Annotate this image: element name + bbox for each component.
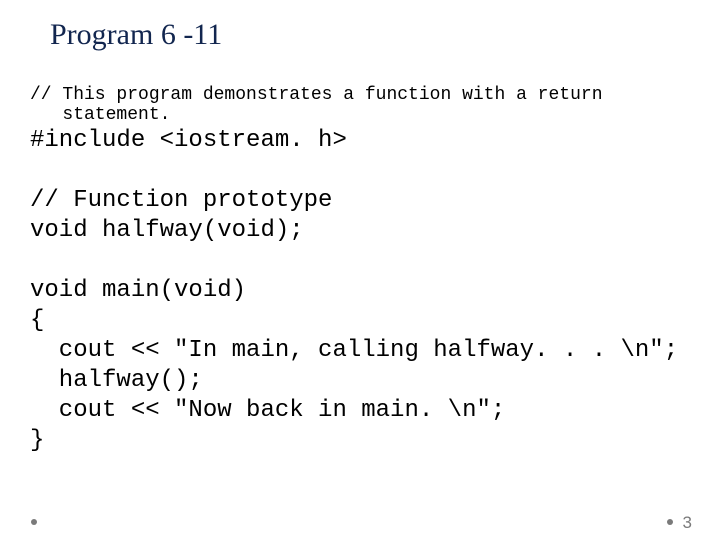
code-line-1: cout << "In main, calling halfway. . . \… xyxy=(30,337,678,364)
footer-bullet-right xyxy=(667,519,673,525)
code-comment-header: // This program demonstrates a function … xyxy=(30,86,690,126)
footer-bullet-left xyxy=(31,519,37,525)
code-proto: void halfway(void); xyxy=(30,217,304,244)
slide: Program 6 -11 // This program demonstrat… xyxy=(0,0,720,540)
slide-title: Program 6 -11 xyxy=(50,18,222,52)
code-line-3: cout << "Now back in main. \n"; xyxy=(30,397,505,424)
code-brace-open: { xyxy=(30,307,44,334)
code-line-2: halfway(); xyxy=(30,367,203,394)
code-brace-close: } xyxy=(30,427,44,454)
code-main-sig: void main(void) xyxy=(30,277,246,304)
code-proto-comment: // Function prototype xyxy=(30,187,332,214)
code-block: #include <iostream. h> // Function proto… xyxy=(30,126,690,456)
page-number: 3 xyxy=(683,513,692,533)
code-include: #include <iostream. h> xyxy=(30,127,347,154)
